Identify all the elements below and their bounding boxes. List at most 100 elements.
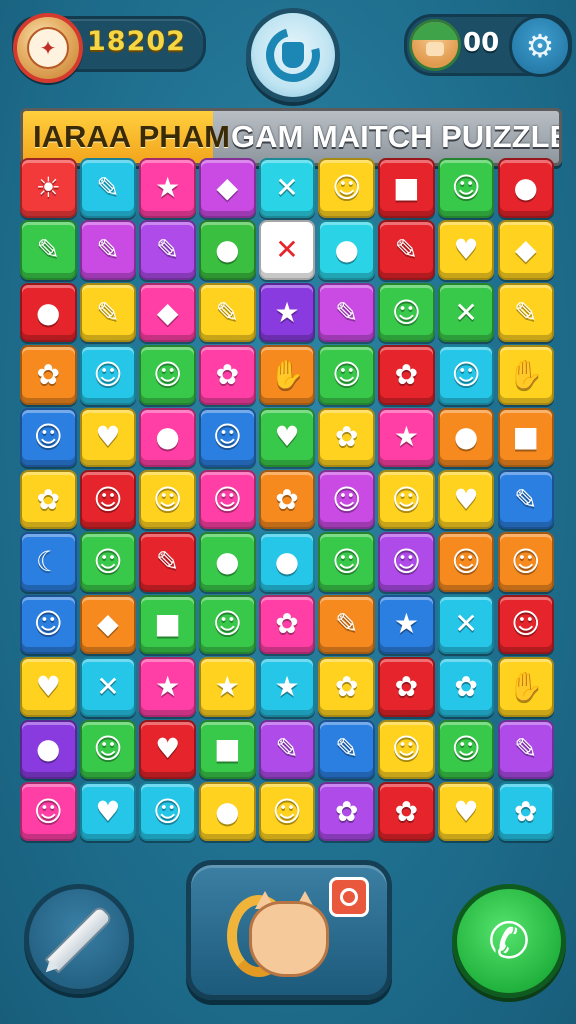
board-tile[interactable]: ☺ bbox=[437, 158, 495, 218]
board-tile[interactable]: ★ bbox=[258, 282, 316, 343]
board-tile[interactable]: ✋ bbox=[497, 657, 554, 717]
board-tile[interactable]: ■ bbox=[378, 158, 435, 218]
board-tile[interactable]: ☺ bbox=[437, 345, 495, 405]
board-tile[interactable]: ✕ bbox=[79, 657, 137, 717]
board-tile[interactable]: ☺ bbox=[199, 407, 256, 468]
board-tile[interactable]: ☺ bbox=[20, 781, 77, 842]
board-tile[interactable]: ✿ bbox=[258, 469, 316, 530]
board-tile[interactable]: ✿ bbox=[20, 345, 77, 405]
board-tile[interactable]: ◆ bbox=[139, 282, 196, 343]
board-tile[interactable]: ✿ bbox=[497, 781, 554, 842]
board-tile[interactable]: ✿ bbox=[437, 657, 495, 717]
board-tile[interactable]: ☺ bbox=[318, 158, 375, 218]
board-tile[interactable]: ● bbox=[497, 158, 554, 218]
board-tile[interactable]: ☺ bbox=[378, 532, 435, 592]
board-tile[interactable]: ★ bbox=[199, 657, 256, 717]
board-tile[interactable]: ✎ bbox=[318, 719, 375, 780]
board-tile[interactable]: ☺ bbox=[497, 532, 554, 592]
board-tile[interactable]: ☺ bbox=[437, 532, 495, 592]
board-tile[interactable]: ☺ bbox=[199, 594, 256, 655]
settings-button[interactable]: ⚙ bbox=[509, 15, 571, 77]
board-tile[interactable]: ✿ bbox=[378, 345, 435, 405]
board-tile[interactable]: ✎ bbox=[378, 220, 435, 280]
player-avatar-icon[interactable] bbox=[409, 19, 461, 71]
board-tile[interactable]: ☺ bbox=[139, 781, 196, 842]
board-tile[interactable]: ● bbox=[139, 407, 196, 468]
board-tile[interactable]: ☀ bbox=[20, 158, 77, 218]
board-tile[interactable]: ● bbox=[20, 719, 77, 780]
board-tile[interactable]: ☺ bbox=[378, 282, 435, 343]
board-tile[interactable]: ✿ bbox=[20, 469, 77, 530]
board-tile[interactable]: ☺ bbox=[378, 719, 435, 780]
board-tile[interactable]: ♥ bbox=[79, 781, 137, 842]
board-tile[interactable]: ✋ bbox=[497, 345, 554, 405]
board-tile[interactable]: ◆ bbox=[199, 158, 256, 218]
pen-button[interactable] bbox=[24, 884, 134, 994]
board-tile[interactable]: ● bbox=[199, 220, 256, 280]
board-tile[interactable]: ♥ bbox=[79, 407, 137, 468]
board-tile[interactable]: ☺ bbox=[79, 532, 137, 592]
board-tile[interactable]: ☺ bbox=[318, 345, 375, 405]
board-tile[interactable]: ✿ bbox=[258, 594, 316, 655]
board-tile[interactable]: ✿ bbox=[378, 657, 435, 717]
board-tile[interactable]: ✎ bbox=[139, 532, 196, 592]
board-tile[interactable]: ♥ bbox=[258, 407, 316, 468]
call-button[interactable]: ✆ bbox=[452, 884, 566, 998]
board-tile[interactable]: ♥ bbox=[437, 220, 495, 280]
power-button[interactable] bbox=[186, 860, 392, 1000]
board-tile[interactable]: ✎ bbox=[318, 594, 375, 655]
board-tile[interactable]: ✎ bbox=[497, 719, 554, 780]
board-tile[interactable]: ● bbox=[437, 407, 495, 468]
board-tile[interactable]: ★ bbox=[378, 407, 435, 468]
board-tile[interactable]: ■ bbox=[199, 719, 256, 780]
board-tile[interactable]: ✎ bbox=[258, 719, 316, 780]
board-tile[interactable]: ★ bbox=[139, 657, 196, 717]
emblem-icon[interactable]: ✦ bbox=[13, 13, 83, 83]
board-tile[interactable]: ☺ bbox=[258, 781, 316, 842]
board-tile[interactable]: ☺ bbox=[318, 469, 375, 530]
board-tile[interactable]: ★ bbox=[258, 657, 316, 717]
board-tile[interactable]: ✎ bbox=[20, 220, 77, 280]
board-tile[interactable]: ☺ bbox=[20, 594, 77, 655]
restart-button[interactable] bbox=[246, 8, 340, 102]
board-tile[interactable]: ◆ bbox=[497, 220, 554, 280]
board-tile[interactable]: ● bbox=[199, 532, 256, 592]
board-tile[interactable]: ☺ bbox=[79, 345, 137, 405]
board-tile[interactable]: ● bbox=[199, 781, 256, 842]
board-tile[interactable]: ☺ bbox=[497, 594, 554, 655]
board-tile[interactable]: ✿ bbox=[378, 781, 435, 842]
board-tile[interactable]: ◆ bbox=[79, 594, 137, 655]
board-tile[interactable]: ♥ bbox=[437, 781, 495, 842]
board-tile[interactable]: ● bbox=[258, 532, 316, 592]
board-tile[interactable]: ■ bbox=[139, 594, 196, 655]
board-tile[interactable]: ★ bbox=[139, 158, 196, 218]
board-tile[interactable]: ✎ bbox=[79, 220, 137, 280]
board-tile[interactable]: ✿ bbox=[318, 657, 375, 717]
board-tile[interactable]: ☺ bbox=[437, 719, 495, 780]
board-tile[interactable]: ✎ bbox=[79, 282, 137, 343]
board-tile[interactable]: ✕ bbox=[258, 158, 316, 218]
board-tile[interactable]: ✕ bbox=[258, 220, 316, 280]
board-tile[interactable]: ✎ bbox=[497, 282, 554, 343]
board-tile[interactable]: ☺ bbox=[79, 719, 137, 780]
board-tile[interactable]: ● bbox=[318, 220, 375, 280]
board-tile[interactable]: ✋ bbox=[258, 345, 316, 405]
board-tile[interactable]: ✕ bbox=[437, 282, 495, 343]
board-tile[interactable]: ✎ bbox=[199, 282, 256, 343]
board-tile[interactable]: ♥ bbox=[139, 719, 196, 780]
board-tile[interactable]: ☺ bbox=[199, 469, 256, 530]
board-tile[interactable]: ☺ bbox=[79, 469, 137, 530]
board-tile[interactable]: ★ bbox=[378, 594, 435, 655]
board-tile[interactable]: ✿ bbox=[318, 781, 375, 842]
board-tile[interactable]: ♥ bbox=[437, 469, 495, 530]
board-tile[interactable]: ✕ bbox=[437, 594, 495, 655]
board-tile[interactable]: ■ bbox=[497, 407, 554, 468]
board-tile[interactable]: ✿ bbox=[199, 345, 256, 405]
board-tile[interactable]: ☺ bbox=[139, 469, 196, 530]
board-tile[interactable]: ☺ bbox=[318, 532, 375, 592]
board-tile[interactable]: ✿ bbox=[318, 407, 375, 468]
board-tile[interactable]: ● bbox=[20, 282, 77, 343]
board-tile[interactable]: ✎ bbox=[497, 469, 554, 530]
board-tile[interactable]: ✎ bbox=[318, 282, 375, 343]
board-tile[interactable]: ✎ bbox=[139, 220, 196, 280]
